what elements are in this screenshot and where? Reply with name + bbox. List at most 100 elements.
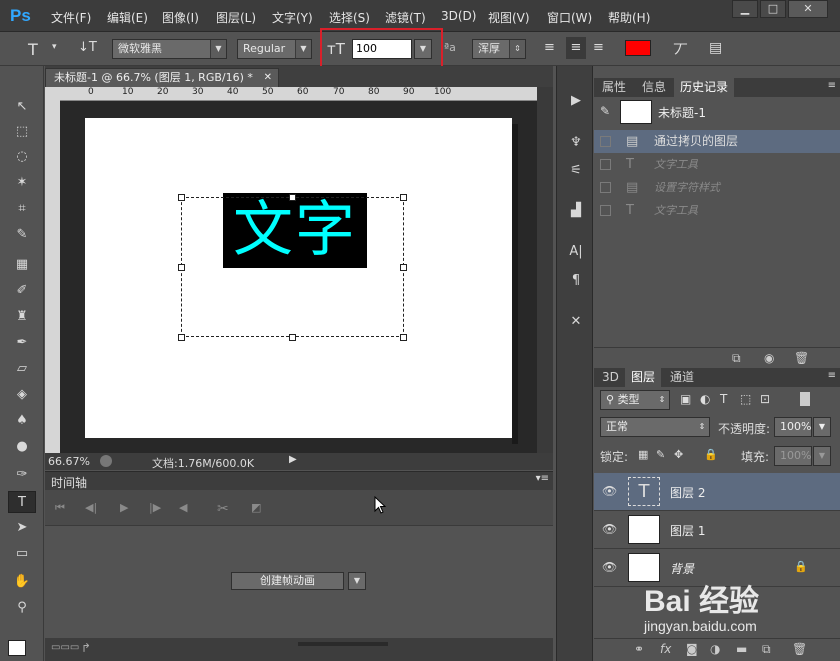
close-icon[interactable]: ✕: [264, 69, 272, 86]
pen-tool-icon[interactable]: ✑: [8, 464, 36, 486]
menu-layer[interactable]: 图层(L): [216, 9, 256, 26]
align-left-icon[interactable]: ≡: [544, 40, 555, 55]
blend-mode-select[interactable]: 正常 ⇕: [600, 417, 710, 437]
layer-row[interactable]: 👁 T 图层 2: [594, 473, 840, 511]
transform-handle[interactable]: [178, 264, 185, 271]
crop-tool-icon[interactable]: ⌗: [8, 198, 36, 220]
filter-pixel-icon[interactable]: ▣: [680, 392, 691, 406]
layer-row[interactable]: 👁 图层 1: [594, 511, 840, 549]
magic-wand-tool-icon[interactable]: ✶: [8, 172, 36, 194]
paragraph-icon[interactable]: ¶: [563, 270, 589, 292]
next-frame-icon[interactable]: |▶: [149, 501, 161, 514]
history-checkbox[interactable]: [600, 182, 611, 193]
transform-handle[interactable]: [289, 334, 296, 341]
filter-shape-icon[interactable]: ⬚: [740, 392, 751, 406]
timeline-title[interactable]: 时间轴: [51, 474, 87, 491]
trash-icon[interactable]: 🗑: [794, 351, 809, 365]
path-selection-tool-icon[interactable]: ➤: [8, 517, 36, 539]
eraser-tool-icon[interactable]: ▱: [8, 358, 36, 380]
tools-settings-icon[interactable]: ✕: [563, 311, 589, 333]
layer-name[interactable]: 图层 2: [670, 484, 705, 501]
filter-adjustment-icon[interactable]: ◐: [700, 392, 710, 406]
filter-type-icon[interactable]: T: [720, 392, 727, 406]
timeline-zoom-slider[interactable]: [298, 642, 388, 646]
eye-icon[interactable]: 👁: [602, 560, 617, 574]
panel-menu-icon[interactable]: ≡: [828, 80, 836, 91]
close-button[interactable]: ✕: [788, 0, 828, 18]
brush-tool-icon[interactable]: ✐: [8, 280, 36, 302]
transition-icon[interactable]: ◩: [251, 501, 261, 514]
transform-handle[interactable]: [400, 264, 407, 271]
tool-presets-icon[interactable]: ⚟: [563, 160, 589, 182]
paint-bucket-tool-icon[interactable]: ◈: [8, 384, 36, 406]
align-right-icon[interactable]: ≡: [593, 40, 604, 55]
menu-image[interactable]: 图像(I): [162, 9, 199, 26]
character-panel-icon[interactable]: ▤: [709, 40, 722, 56]
history-checkbox[interactable]: [600, 159, 611, 170]
audio-icon[interactable]: ◀: [179, 501, 187, 514]
camera-icon[interactable]: ◉: [764, 351, 774, 365]
transform-bounding-box[interactable]: [181, 197, 404, 337]
type-tool-icon[interactable]: T: [28, 40, 38, 59]
text-color-swatch[interactable]: [625, 40, 651, 56]
warp-text-icon[interactable]: 丆: [673, 39, 688, 60]
status-menu-arrow-icon[interactable]: ▶: [289, 454, 297, 465]
history-item[interactable]: ▤ 设置字符样式: [594, 176, 840, 199]
history-snapshot-thumbnail[interactable]: [620, 100, 652, 124]
history-snapshot-name[interactable]: 未标题-1: [658, 104, 706, 121]
clone-source-icon[interactable]: ▟: [563, 200, 589, 222]
toggle-orientation-icon[interactable]: ↓T: [78, 40, 97, 55]
history-item[interactable]: T 文字工具: [594, 153, 840, 176]
layer-mask-icon[interactable]: ◙: [686, 642, 698, 656]
link-layers-icon[interactable]: ⚭: [634, 642, 644, 656]
fill-dropdown[interactable]: ▼: [813, 446, 831, 466]
foreground-color-swatch[interactable]: [8, 640, 26, 656]
font-family-select[interactable]: 微软雅黑 ▼: [112, 39, 227, 59]
tab-3d[interactable]: 3D: [596, 368, 625, 387]
timeline-frames-icon[interactable]: ▭▭▭: [51, 642, 79, 653]
maximize-button[interactable]: □: [760, 0, 786, 18]
layer-name[interactable]: 背景: [670, 560, 694, 577]
menu-type[interactable]: 文字(Y): [272, 9, 313, 26]
zoom-tool-icon[interactable]: ⚲: [8, 597, 36, 619]
menu-edit[interactable]: 编辑(E): [107, 9, 148, 26]
move-tool-icon[interactable]: ↖: [8, 96, 36, 118]
history-checkbox[interactable]: [600, 205, 611, 216]
new-document-from-state-icon[interactable]: ⧉: [732, 351, 741, 366]
tab-properties[interactable]: 属性: [596, 78, 632, 97]
menu-3d[interactable]: 3D(D): [441, 9, 476, 23]
lock-icon[interactable]: 🔒: [794, 560, 808, 573]
trash-icon[interactable]: 🗑: [792, 642, 807, 656]
panel-menu-icon[interactable]: ▾≡: [536, 473, 549, 484]
tab-channels[interactable]: 通道: [664, 368, 700, 387]
layer-name[interactable]: 图层 1: [670, 522, 705, 539]
create-frame-animation-button[interactable]: 创建帧动画: [231, 572, 344, 590]
spot-healing-tool-icon[interactable]: ▦: [8, 254, 36, 276]
dodge-tool-icon[interactable]: ●: [8, 436, 36, 458]
opacity-dropdown[interactable]: ▼: [813, 417, 831, 437]
panel-menu-icon[interactable]: ≡: [828, 370, 836, 381]
history-item[interactable]: ▤ 通过拷贝的图层: [594, 130, 840, 153]
eye-icon[interactable]: 👁: [602, 522, 617, 536]
menu-help[interactable]: 帮助(H): [608, 9, 650, 26]
marquee-tool-icon[interactable]: ⬚: [8, 121, 36, 143]
lock-transparent-icon[interactable]: ▦: [638, 448, 648, 461]
history-checkbox[interactable]: [600, 136, 611, 147]
create-animation-dropdown[interactable]: ▼: [348, 572, 366, 590]
menu-window[interactable]: 窗口(W): [547, 9, 592, 26]
status-icon[interactable]: [100, 455, 112, 467]
font-style-select[interactable]: Regular ▼: [237, 39, 312, 59]
filter-smart-object-icon[interactable]: ⊡: [760, 392, 770, 406]
lock-position-icon[interactable]: ✥: [674, 448, 683, 461]
play-actions-icon[interactable]: ▶: [563, 90, 589, 112]
eyedropper-tool-icon[interactable]: ✎: [8, 224, 36, 246]
new-layer-icon[interactable]: ⧉: [762, 642, 771, 657]
lasso-tool-icon[interactable]: ◌: [8, 146, 36, 168]
transform-handle[interactable]: [178, 334, 185, 341]
menu-view[interactable]: 视图(V): [488, 9, 530, 26]
character-icon[interactable]: A|: [563, 241, 589, 263]
fill-input[interactable]: 100%: [774, 446, 812, 466]
align-center-icon[interactable]: ≡: [566, 37, 586, 59]
tab-layers[interactable]: 图层: [625, 368, 662, 387]
antialias-select[interactable]: 浑厚 ⇕: [472, 39, 526, 59]
